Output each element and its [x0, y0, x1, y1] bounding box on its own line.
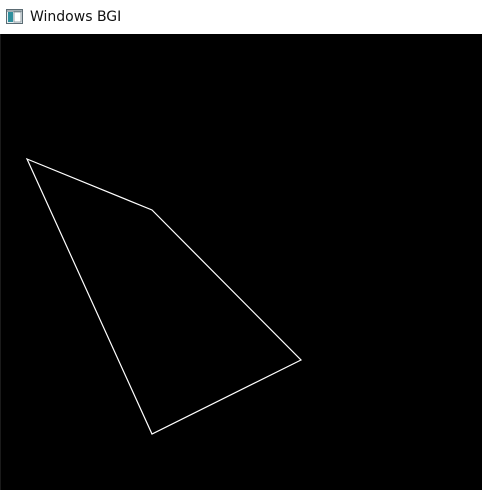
quadrilateral-outline	[25, 157, 303, 435]
drawing-surface	[25, 157, 303, 435]
title-bar[interactable]: Windows BGI	[0, 0, 482, 34]
graphics-canvas[interactable]	[1, 34, 482, 490]
bgi-window: Windows BGI	[0, 0, 482, 490]
window-title: Windows BGI	[30, 9, 122, 25]
bgi-window-icon[interactable]	[6, 9, 23, 24]
